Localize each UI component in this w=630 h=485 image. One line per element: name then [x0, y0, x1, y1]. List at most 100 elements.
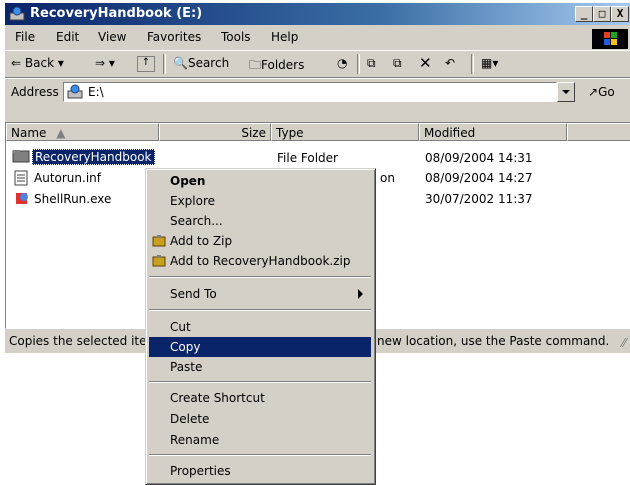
column-name-label: Name [11, 126, 47, 140]
zip-icon [152, 255, 166, 267]
file-modified: 08/09/2004 14:31 [425, 151, 533, 165]
menu-item-label: Create Shortcut [170, 391, 265, 405]
file-name: ShellRun.exe [34, 192, 112, 206]
forward-button[interactable]: ⇒ ▾ [95, 56, 115, 70]
move-to-icon[interactable]: ⧉ [367, 56, 376, 71]
search-icon: 🔍 [173, 56, 188, 70]
menu-help[interactable]: Help [271, 30, 298, 44]
column-header-size[interactable]: Size [159, 123, 271, 141]
menu-favorites[interactable]: Favorites [147, 30, 201, 44]
file-name: Autorun.inf [34, 171, 101, 185]
menu-item-properties[interactable]: Properties [149, 461, 371, 481]
toolbar-separator [357, 54, 360, 74]
menu-item-label: Delete [170, 412, 210, 426]
up-folder-icon[interactable]: ↑ [137, 56, 155, 72]
sort-arrow-icon: ▲ [56, 126, 66, 140]
standard-toolbar: ⇐ Back ▾ ⇒ ▾ ↑ 🔍Search 🗀Folders ◔ ⧉ ⧉ ✕ … [5, 50, 630, 78]
folders-icon: 🗀 [249, 58, 262, 72]
file-type: File Folder [277, 151, 338, 165]
chevron-down-icon [562, 90, 570, 94]
menu-item-label: Rename [170, 433, 220, 447]
menu-item-search[interactable]: Search... [149, 211, 371, 231]
resize-grip-icon[interactable]: ⁄⁄ [622, 336, 626, 350]
menu-item-label: Explore [170, 194, 216, 208]
menu-separator [149, 309, 371, 311]
menu-item-add-to-zip[interactable]: Add to Zip [149, 231, 371, 251]
status-text-right: new location, use the Paste command. [377, 334, 610, 348]
toolbar-separator [471, 54, 474, 74]
go-label: Go [598, 85, 615, 99]
menu-item-explore[interactable]: Explore [149, 191, 371, 211]
column-header-type[interactable]: Type [271, 123, 419, 141]
folders-label: Folders [261, 58, 305, 72]
menu-item-send-to[interactable]: Send To [149, 284, 371, 304]
go-button[interactable]: ↗Go [588, 85, 615, 99]
menu-bar: File Edit View Favorites Tools Help [5, 26, 630, 48]
menu-separator [149, 276, 371, 278]
search-label: Search [187, 56, 230, 70]
submenu-arrow-icon [358, 289, 363, 299]
menu-item-rename[interactable]: Rename [149, 430, 371, 450]
menu-item-label: Add to RecoveryHandbook.zip [170, 254, 351, 268]
drive-icon [67, 84, 83, 99]
history-icon[interactable]: ◔ [337, 56, 347, 70]
search-button[interactable]: 🔍Search [173, 56, 229, 70]
menu-separator [149, 454, 371, 456]
menu-item-label: Open [170, 174, 206, 188]
minimize-button[interactable]: _ [575, 6, 593, 22]
file-name: RecoveryHandbook [32, 149, 155, 165]
title-bar[interactable]: RecoveryHandbook (E:) _ □ X [5, 3, 630, 25]
menu-item-label: Copy [170, 340, 201, 354]
file-modified: 08/09/2004 14:27 [425, 171, 533, 185]
menu-item-label: Send To [170, 287, 217, 301]
menu-item-copy[interactable]: Copy [149, 337, 371, 357]
menu-item-label: Properties [170, 464, 231, 478]
menu-item-add-to-named-zip[interactable]: Add to RecoveryHandbook.zip [149, 251, 371, 271]
address-value: E:\ [88, 85, 104, 99]
menu-item-label: Cut [170, 320, 191, 334]
close-button[interactable]: X [611, 6, 629, 22]
window-title: RecoveryHandbook (E:) [30, 6, 203, 21]
status-text-left: Copies the selected ite [9, 334, 147, 348]
column-header-empty [567, 123, 630, 141]
address-input[interactable]: E:\ [63, 82, 557, 102]
undo-icon[interactable]: ↶ [445, 56, 455, 70]
folder-icon [12, 149, 30, 166]
folders-button[interactable]: 🗀Folders [249, 56, 304, 77]
table-row[interactable]: RecoveryHandbook File Folder 08/09/2004 … [6, 149, 606, 167]
menu-item-label: Search... [170, 214, 223, 228]
address-dropdown-button[interactable] [557, 82, 575, 102]
menu-item-paste[interactable]: Paste [149, 357, 371, 377]
exe-file-icon [14, 191, 30, 210]
menu-separator [149, 381, 371, 383]
menu-item-open[interactable]: Open [149, 171, 371, 191]
menu-item-label: Add to Zip [170, 234, 233, 248]
menu-edit[interactable]: Edit [56, 30, 79, 44]
delete-icon[interactable]: ✕ [419, 54, 432, 72]
menu-item-label: Paste [170, 360, 203, 374]
menu-item-cut[interactable]: Cut [149, 317, 371, 337]
menu-tools[interactable]: Tools [221, 30, 251, 44]
copy-to-icon[interactable]: ⧉ [393, 56, 402, 71]
views-icon[interactable]: ▦▾ [481, 56, 498, 70]
column-header-name[interactable]: Name ▲ [6, 123, 159, 141]
drive-icon [9, 6, 25, 21]
go-arrow-icon: ↗ [588, 85, 599, 99]
menu-view[interactable]: View [98, 30, 126, 44]
zip-icon [152, 235, 166, 247]
back-button[interactable]: ⇐ Back ▾ [11, 56, 64, 70]
address-bar: Address E:\ ↗Go [5, 78, 630, 105]
inf-file-icon [14, 170, 28, 189]
menu-item-delete[interactable]: Delete [149, 409, 371, 429]
windows-logo-icon [592, 29, 628, 49]
back-label: Back [24, 56, 55, 70]
menu-item-create-shortcut[interactable]: Create Shortcut [149, 388, 371, 408]
context-menu: Open Explore Search... Add to Zip Add to… [145, 168, 376, 485]
maximize-button[interactable]: □ [593, 6, 611, 22]
file-type: on [380, 171, 395, 185]
address-label: Address [11, 85, 59, 99]
menu-file[interactable]: File [15, 30, 35, 44]
toolbar-separator [163, 54, 166, 74]
column-header-modified[interactable]: Modified [419, 123, 567, 141]
file-modified: 30/07/2002 11:37 [425, 192, 533, 206]
